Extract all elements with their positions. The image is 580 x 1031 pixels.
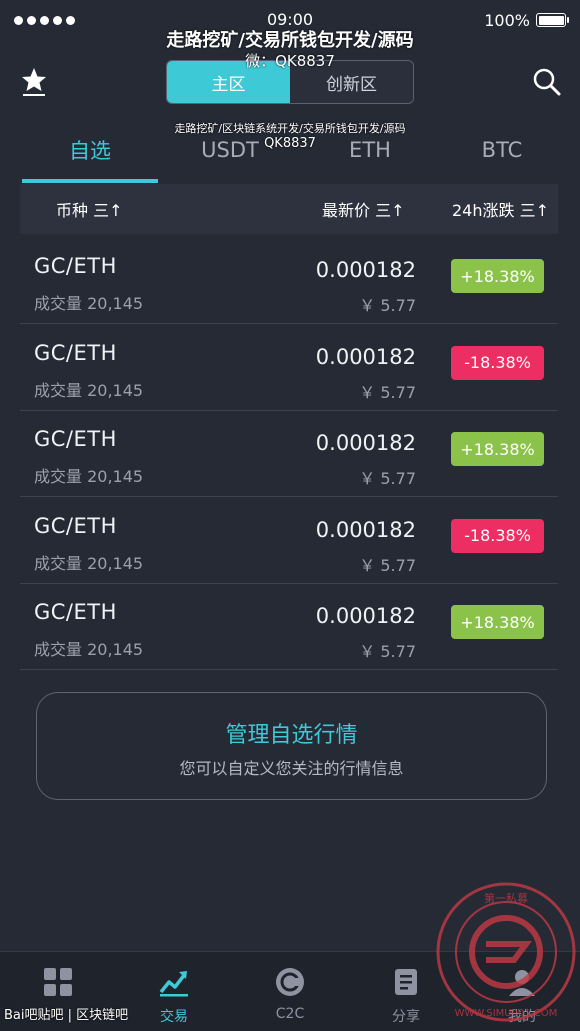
sort-by-change[interactable]: 24h涨跌 三↑	[452, 197, 549, 221]
market-row[interactable]: GC/ETH 成交量 20,145 0.000182 ￥ 5.77 -18.38…	[20, 498, 558, 584]
sort-by-coin[interactable]: 币种 三↑	[56, 197, 123, 221]
watermark-text: 走路挖矿/交易所钱包开发/源码	[166, 30, 414, 51]
pair-name: GC/ETH	[34, 513, 117, 538]
change-badge: +18.38%	[451, 605, 544, 639]
watermark-text: QK8837	[264, 136, 316, 151]
cny-price: ￥ 5.77	[359, 642, 416, 661]
nav-label: 分享	[392, 1009, 420, 1025]
manage-favorites-subtitle: 您可以自定义您关注的行情信息	[179, 759, 404, 778]
change-badge: +18.38%	[451, 432, 544, 466]
market-row[interactable]: GC/ETH 成交量 20,145 0.000182 ￥ 5.77 +18.38…	[20, 411, 558, 497]
search-icon[interactable]	[532, 67, 562, 97]
nav-trade[interactable]: 交易	[116, 952, 232, 1031]
last-price: 0.000182	[315, 604, 416, 628]
volume-text: 成交量 20,145	[34, 467, 144, 486]
sort-by-price[interactable]: 最新价 三↑	[322, 197, 405, 221]
baidu-watermark: Bai吧贴吧 | 区块链吧	[4, 1008, 129, 1023]
nav-label: 交易	[160, 1009, 188, 1025]
cny-price: ￥ 5.77	[359, 469, 416, 488]
book-icon	[395, 969, 417, 995]
last-price: 0.000182	[315, 431, 416, 455]
favorites-star-icon[interactable]	[20, 66, 48, 100]
change-badge: -18.38%	[451, 518, 544, 553]
pair-name: GC/ETH	[34, 254, 117, 278]
last-price: 0.000182	[315, 344, 416, 369]
change-badge: +18.38%	[451, 259, 544, 293]
grid-icon	[44, 968, 72, 996]
c2c-icon	[276, 968, 304, 996]
svg-text:第一私募: 第一私募	[484, 891, 528, 905]
last-price: 0.000182	[315, 258, 416, 282]
column-header: 币种 三↑ 最新价 三↑ 24h涨跌 三↑	[20, 184, 558, 234]
last-price: 0.000182	[315, 517, 416, 542]
market-row[interactable]: GC/ETH 成交量 20,145 0.000182 ￥ 5.77 +18.38…	[20, 238, 558, 324]
signal-icon	[14, 15, 75, 25]
market-row[interactable]: GC/ETH 成交量 20,145 0.000182 ￥ 5.77 -18.38…	[20, 325, 558, 411]
active-tab-indicator	[22, 179, 158, 183]
volume-text: 成交量 20,145	[34, 640, 144, 659]
pair-name: GC/ETH	[34, 340, 117, 365]
nav-c2c[interactable]: C2C	[232, 952, 348, 1031]
watermark-text: 微：QK8837	[245, 52, 335, 70]
change-badge: -18.38%	[451, 345, 544, 380]
cny-price: ￥ 5.77	[359, 555, 416, 575]
market-row[interactable]: GC/ETH 成交量 20,145 0.000182 ￥ 5.77 +18.38…	[20, 584, 558, 670]
battery-icon	[536, 13, 569, 27]
manage-favorites-title: 管理自选行情	[225, 723, 358, 748]
pair-name: GC/ETH	[34, 600, 117, 624]
chart-icon	[159, 971, 188, 997]
pair-name: GC/ETH	[34, 427, 117, 451]
watermark-stamp-logo: 第一私募 WWW.SIMU001.COM	[436, 882, 576, 1022]
svg-text:WWW.SIMU001.COM: WWW.SIMU001.COM	[455, 1008, 558, 1019]
volume-text: 成交量 20,145	[34, 380, 144, 400]
nav-label: C2C	[275, 1006, 305, 1022]
cny-price: ￥ 5.77	[359, 296, 416, 315]
volume-text: 成交量 20,145	[34, 553, 144, 573]
volume-text: 成交量 20,145	[34, 294, 144, 313]
watermark-text: 走路挖矿/区块链系统开发/交易所钱包开发/源码	[174, 122, 406, 135]
manage-favorites-card[interactable]: 管理自选行情 您可以自定义您关注的行情信息	[36, 692, 547, 800]
cny-price: ￥ 5.77	[359, 382, 416, 402]
